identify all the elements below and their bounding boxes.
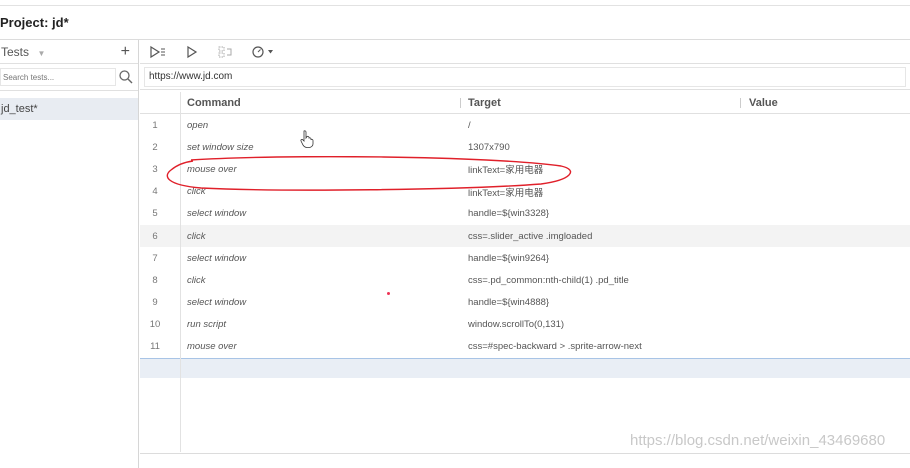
tests-dropdown[interactable]: Tests ▼ [1, 43, 45, 61]
row-target: handle=${win9264} [468, 252, 550, 264]
search-icon[interactable] [118, 69, 134, 85]
step-icon[interactable] [217, 44, 235, 60]
row-number: 9 [152, 297, 158, 309]
row-number: 11 [150, 341, 160, 353]
row-command: open [187, 119, 209, 131]
row-number: 8 [152, 274, 158, 286]
row-command: mouse over [187, 341, 237, 353]
table-bottom-border [140, 453, 910, 454]
row-number: 5 [152, 208, 158, 220]
row-command: mouse over [187, 163, 237, 175]
row-target: css=.slider_active .imgloaded [468, 230, 593, 242]
table-row[interactable]: 7 select window handle=${win9264} [140, 247, 910, 269]
red-marker-dot [387, 292, 390, 295]
table-row[interactable]: 6 click css=.slider_active .imgloaded [140, 224, 910, 248]
header-value: Value [749, 96, 778, 109]
row-target: linkText=家用电器 [468, 187, 544, 199]
test-item-label: jd_test* [1, 103, 38, 115]
project-title: Project: jd* [0, 15, 69, 30]
table-row[interactable]: 4 click linkText=家用电器 [140, 181, 910, 203]
table-row[interactable]: 11 mouse over css=#spec-backward > .spri… [140, 336, 910, 358]
sidebar: Tests ▼ + jd_test* [0, 40, 139, 468]
row-target: css=.pd_common:nth-child(1) .pd_title [468, 274, 629, 286]
row-number: 1 [152, 119, 158, 131]
url-row: https://www.jd.com [140, 64, 910, 90]
table-header: Command Target Value [140, 92, 910, 114]
row-target: handle=${win3328} [468, 208, 550, 220]
commands-table: Command Target Value 1 open / 2 set wind… [140, 92, 910, 379]
row-target: handle=${win4888} [468, 297, 550, 309]
row-number: 7 [152, 252, 158, 264]
header-divider [460, 98, 461, 108]
row-command: click [187, 274, 206, 286]
table-row[interactable]: 10 run script window.scrollTo(0,131) [140, 314, 910, 336]
row-command: click [187, 230, 206, 242]
row-target: linkText=家用电器 [468, 165, 544, 177]
header-command: Command [187, 96, 241, 109]
row-target: 1307x790 [468, 141, 510, 153]
add-test-button[interactable]: + [121, 43, 130, 60]
table-row[interactable]: 9 select window handle=${win4888} [140, 292, 910, 314]
row-command: select window [187, 297, 247, 309]
row-command: set window size [187, 141, 254, 153]
main-panel: https://www.jd.com Command Target Value … [140, 40, 910, 468]
table-row[interactable]: 5 select window handle=${win3328} [140, 203, 910, 225]
search-tests-input[interactable] [0, 68, 116, 86]
header-divider [740, 98, 741, 108]
row-target: window.scrollTo(0,131) [468, 319, 565, 331]
row-command: click [187, 186, 206, 198]
table-row[interactable]: 8 click css=.pd_common:nth-child(1) .pd_… [140, 269, 910, 291]
base-url-input[interactable]: https://www.jd.com [144, 66, 906, 87]
row-command: run script [187, 319, 227, 331]
row-target: / [468, 119, 471, 131]
toolbar [140, 40, 910, 64]
row-command: select window [187, 252, 247, 264]
row-number: 3 [152, 163, 158, 175]
run-all-icon[interactable] [149, 44, 167, 60]
table-row[interactable]: 3 mouse over linkText=家用电器 [140, 158, 910, 180]
tests-title: Tests [1, 44, 30, 59]
row-number: 2 [152, 141, 158, 153]
table-row[interactable]: 1 open / [140, 114, 910, 136]
test-item-jd-test[interactable]: jd_test* [0, 98, 138, 120]
run-icon[interactable] [183, 44, 201, 60]
speed-icon[interactable] [251, 44, 277, 60]
row-number: 6 [152, 230, 158, 242]
row-command: select window [187, 208, 247, 220]
table-row[interactable]: 2 set window size 1307x790 [140, 136, 910, 158]
row-target: css=#spec-backward > .sprite-arrow-next [468, 341, 642, 353]
project-header: Project: jd* [0, 6, 910, 40]
search-row [0, 64, 138, 91]
new-command-row[interactable] [140, 358, 910, 379]
tests-header: Tests ▼ + [0, 40, 138, 64]
watermark: https://blog.csdn.net/weixin_43469680 [630, 432, 886, 449]
caret-down-icon: ▼ [37, 48, 46, 58]
line-number-gutter [180, 92, 181, 452]
row-number: 4 [152, 186, 158, 198]
header-target: Target [468, 96, 501, 109]
row-number: 10 [149, 319, 161, 331]
